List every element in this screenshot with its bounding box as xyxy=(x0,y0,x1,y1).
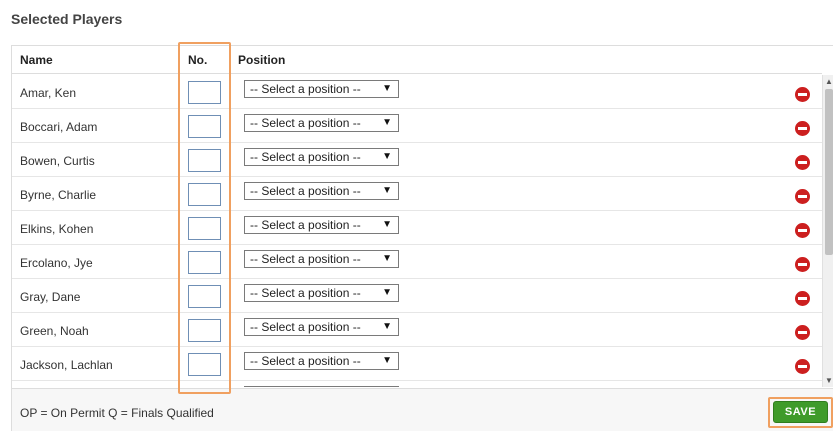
dropdown-arrow-icon: ▼ xyxy=(382,253,392,264)
position-select-value: -- Select a position -- xyxy=(250,184,361,198)
player-name: Ercolano, Jye xyxy=(20,256,93,270)
player-name: Amar, Ken xyxy=(20,86,77,100)
dropdown-arrow-icon: ▼ xyxy=(382,185,392,196)
player-name: Bowen, Curtis xyxy=(20,154,95,168)
position-select[interactable]: -- Select a position -- ▼ xyxy=(244,318,399,336)
dropdown-arrow-icon: ▼ xyxy=(382,117,392,128)
player-name: Elkins, Kohen xyxy=(20,222,94,236)
table-row: Gray, Dane -- Select a position -- ▼ xyxy=(12,279,822,313)
player-name: Jackson, Lachlan xyxy=(20,358,113,372)
remove-player-icon[interactable] xyxy=(795,359,810,374)
position-select-value: -- Select a position -- xyxy=(250,320,361,334)
position-select-value: -- Select a position -- xyxy=(250,218,361,232)
number-column-highlight xyxy=(178,42,231,394)
column-header-name: Name xyxy=(20,53,53,67)
legend-text: OP = On Permit Q = Finals Qualified xyxy=(20,406,214,420)
dropdown-arrow-icon: ▼ xyxy=(382,355,392,366)
dropdown-arrow-icon: ▼ xyxy=(382,321,392,332)
position-select[interactable]: -- Select a position -- ▼ xyxy=(244,284,399,302)
player-name: Green, Noah xyxy=(20,324,89,338)
remove-player-icon[interactable] xyxy=(795,155,810,170)
position-select-value: -- Select a position -- xyxy=(250,82,361,96)
remove-player-icon[interactable] xyxy=(795,121,810,136)
remove-player-icon[interactable] xyxy=(795,223,810,238)
position-select-value: -- Select a position -- xyxy=(250,252,361,266)
player-name: Boccari, Adam xyxy=(20,120,98,134)
dropdown-arrow-icon: ▼ xyxy=(382,83,392,94)
remove-player-icon[interactable] xyxy=(795,325,810,340)
remove-player-icon[interactable] xyxy=(795,257,810,272)
scroll-down-arrow-icon[interactable]: ▼ xyxy=(825,376,833,385)
column-header-position: Position xyxy=(238,53,286,67)
table-scrollbar[interactable]: ▲ ▼ xyxy=(822,75,833,387)
position-select[interactable]: -- Select a position -- ▼ xyxy=(244,182,399,200)
table-footer: OP = On Permit Q = Finals Qualified xyxy=(12,388,833,431)
remove-player-icon[interactable] xyxy=(795,189,810,204)
position-select-value: -- Select a position -- xyxy=(250,354,361,368)
table-row: -- Select a position --▼ xyxy=(12,381,822,387)
position-select[interactable]: -- Select a position -- ▼ xyxy=(244,114,399,132)
dropdown-arrow-icon: ▼ xyxy=(382,151,392,162)
player-name: Byrne, Charlie xyxy=(20,188,97,202)
scrollbar-thumb[interactable] xyxy=(825,89,833,255)
dropdown-arrow-icon: ▼ xyxy=(382,287,392,298)
position-select-value: -- Select a position -- xyxy=(250,286,361,300)
remove-player-icon[interactable] xyxy=(795,291,810,306)
position-select[interactable]: -- Select a position -- ▼ xyxy=(244,216,399,234)
position-select-value: -- Select a position -- xyxy=(250,150,361,164)
position-select[interactable]: -- Select a position --▼ xyxy=(244,386,399,387)
table-row: Amar, Ken -- Select a position -- ▼ xyxy=(12,75,822,109)
table-row: Ercolano, Jye -- Select a position -- ▼ xyxy=(12,245,822,279)
position-select[interactable]: -- Select a position -- ▼ xyxy=(244,80,399,98)
table-row: Jackson, Lachlan -- Select a position -- ▼ xyxy=(12,347,822,381)
table-row: Byrne, Charlie -- Select a position -- ▼ xyxy=(12,177,822,211)
table-body[interactable]: Amar, Ken -- Select a position -- ▼ Boccari… xyxy=(12,75,822,387)
table-row: Green, Noah -- Select a position -- ▼ xyxy=(12,313,822,347)
position-select-value: -- Select a position -- xyxy=(250,116,361,130)
position-select[interactable]: -- Select a position -- ▼ xyxy=(244,352,399,370)
dropdown-arrow-icon: ▼ xyxy=(382,219,392,230)
table-row: Bowen, Curtis -- Select a position -- ▼ xyxy=(12,143,822,177)
table-row: Elkins, Kohen -- Select a position -- ▼ xyxy=(12,211,822,245)
section-title: Selected Players xyxy=(11,11,123,27)
scroll-up-arrow-icon[interactable]: ▲ xyxy=(825,77,833,86)
position-select[interactable]: -- Select a position -- ▼ xyxy=(244,250,399,268)
position-select[interactable]: -- Select a position -- ▼ xyxy=(244,148,399,166)
save-button[interactable]: SAVE xyxy=(773,401,828,423)
selected-players-table: Name No. Position Amar, Ken -- Select a p… xyxy=(11,45,833,431)
remove-player-icon[interactable] xyxy=(795,87,810,102)
player-name: Gray, Dane xyxy=(20,290,81,304)
table-header: Name No. Position xyxy=(12,46,822,74)
table-row: Boccari, Adam -- Select a position -- ▼ xyxy=(12,109,822,143)
